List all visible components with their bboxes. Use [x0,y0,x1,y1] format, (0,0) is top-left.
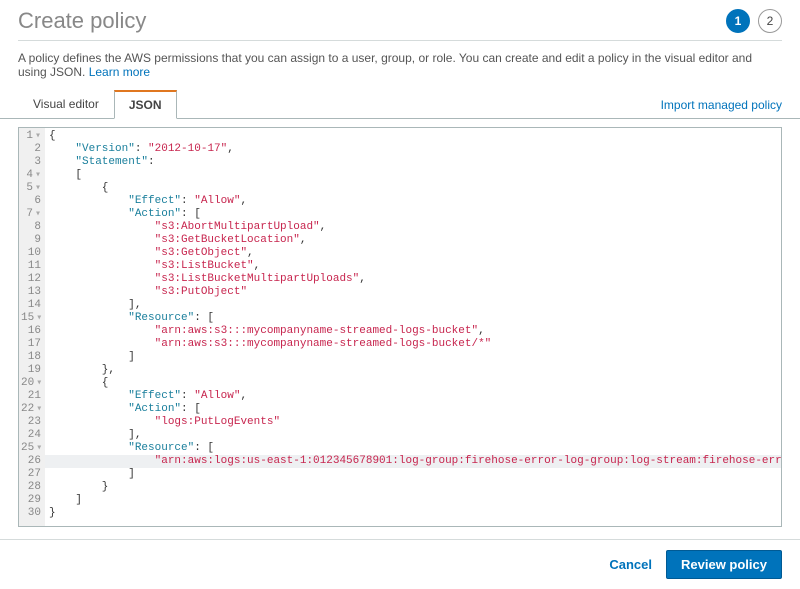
divider [18,40,782,41]
tabs: Visual editor JSON [18,89,177,118]
footer: Cancel Review policy [0,539,800,589]
review-policy-button[interactable]: Review policy [666,550,782,579]
step-2[interactable]: 2 [758,9,782,33]
page-description: A policy defines the AWS permissions tha… [0,47,800,89]
tab-visual-editor[interactable]: Visual editor [18,90,114,119]
editor-gutter: 1▾234▾5▾67▾89101112131415▾1617181920▾212… [19,128,45,526]
import-managed-policy-link[interactable]: Import managed policy [661,98,782,118]
step-1: 1 [726,9,750,33]
editor-code[interactable]: { "Version": "2012-10-17", "Statement": … [45,128,782,526]
json-editor[interactable]: 1▾234▾5▾67▾89101112131415▾1617181920▾212… [18,127,782,527]
page-title: Create policy [18,8,146,34]
learn-more-link[interactable]: Learn more [89,65,150,79]
tab-json[interactable]: JSON [114,90,177,119]
wizard-steps: 1 2 [726,9,782,33]
cancel-button[interactable]: Cancel [609,557,652,572]
